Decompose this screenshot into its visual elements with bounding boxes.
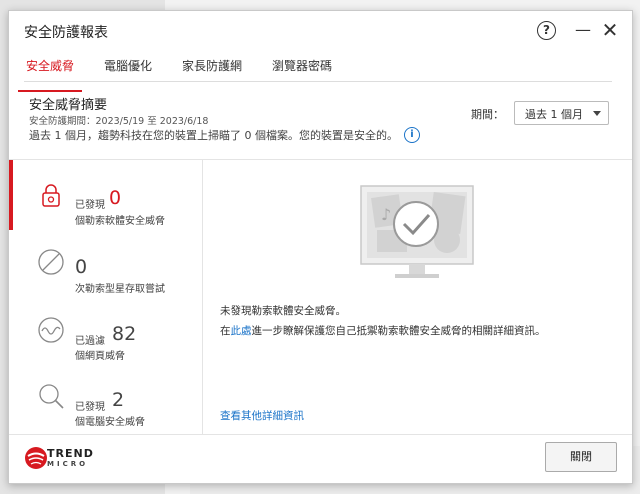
item-label: 個網頁威脅: [75, 351, 125, 362]
logo-text: TREND: [47, 447, 94, 460]
lock-icon: [42, 184, 60, 207]
detail-panel: ♪ 未發現勒索軟體安全威脅。 在此處進一步瞭解保護您自己抵禦勒索軟體安全威脅的相…: [203, 160, 631, 434]
footer-divider: [9, 434, 632, 435]
blocked-icon: [38, 249, 64, 275]
item-label: 個電腦安全威脅: [75, 417, 145, 428]
window-title: 安全防護報表: [24, 25, 108, 41]
learn-more-link[interactable]: 此處: [231, 325, 252, 337]
help-icon[interactable]: ?: [537, 21, 556, 40]
list-item-web-threats[interactable]: 已過濾 82 個網頁威脅: [9, 310, 202, 378]
tab-divider: [24, 81, 612, 82]
item-prefix: 已過濾: [75, 336, 105, 347]
item-count: 0: [75, 256, 88, 278]
item-count: 2: [112, 389, 125, 411]
learn-more-text: 在此處進一步瞭解保護您自己抵禦勒索軟體安全威脅的相關詳細資訊。: [220, 323, 546, 338]
tab-parental-controls[interactable]: 家長防護網: [180, 55, 244, 83]
close-button[interactable]: 關閉: [545, 442, 617, 472]
tab-security-threats[interactable]: 安全威脅: [17, 55, 83, 92]
close-icon[interactable]: ✕: [599, 19, 621, 41]
summary-description: 過去 1 個月，趨勢科技在您的裝置上掃瞄了 0 個檔案。您的裝置是安全的。: [29, 129, 398, 142]
item-label: 次勒索型星存取嘗試: [75, 284, 165, 295]
info-icon[interactable]: i: [404, 127, 420, 143]
no-threat-message: 未發現勒索軟體安全威脅。: [220, 305, 346, 317]
period-label: 期間：: [471, 108, 504, 121]
tab-browser-passwords[interactable]: 瀏覽器密碼: [270, 55, 334, 83]
learn-prefix: 在: [220, 325, 231, 337]
magnifier-icon: [39, 384, 64, 409]
chevron-down-icon: [593, 111, 601, 116]
monitor-check-icon: ♪: [360, 185, 474, 278]
logo-subtext: MICRO: [47, 460, 89, 468]
tab-bar: 安全威脅 電腦優化 家長防護網 瀏覽器密碼: [17, 55, 360, 92]
tab-pc-optimization[interactable]: 電腦優化: [102, 55, 154, 83]
more-details-link[interactable]: 查看其他詳細資訊: [220, 408, 304, 423]
protection-period: 安全防護期間：2023/5/19 至 2023/6/18: [29, 116, 209, 127]
item-prefix: 已發現: [75, 402, 105, 413]
item-label: 個勒索軟體安全威脅: [75, 216, 165, 227]
item-count: 82: [112, 323, 137, 345]
title-bar: 安全防護報表 ? — ✕: [9, 11, 632, 49]
svg-text:♪: ♪: [381, 205, 391, 224]
summary-title: 安全威脅摘要: [29, 98, 108, 113]
list-item-ransomware[interactable]: 已發現 0 個勒索軟體安全威脅: [9, 176, 202, 244]
item-count: 0: [109, 187, 122, 209]
item-prefix: 已發現: [75, 200, 105, 211]
learn-suffix: 進一步瞭解保護您自己抵禦勒索軟體安全威脅的相關詳細資訊。: [251, 325, 546, 337]
period-select[interactable]: 過去 1 個月: [514, 101, 609, 125]
web-shield-icon: [38, 317, 64, 343]
security-report-dialog: 安全防護報表 ? — ✕ 安全威脅 電腦優化 家長防護網 瀏覽器密碼 安全威脅摘…: [8, 10, 633, 484]
threat-category-list: 已發現 0 個勒索軟體安全威脅 0 次勒索型星存取嘗試 已過濾 82 個網頁威脅: [9, 160, 202, 434]
period-select-value: 過去 1 個月: [525, 108, 583, 121]
minimize-button[interactable]: —: [572, 19, 594, 41]
list-item-access-attempts[interactable]: 0 次勒索型星存取嘗試: [9, 242, 202, 310]
